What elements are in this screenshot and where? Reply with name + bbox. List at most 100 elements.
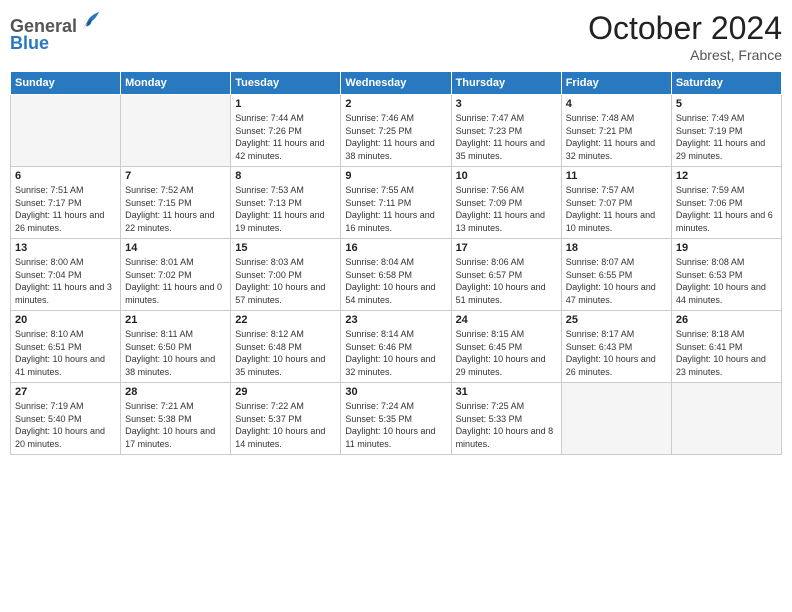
day-number: 26 xyxy=(676,314,777,326)
header: General Blue October 2024 Abrest, France xyxy=(10,10,782,63)
day-number: 23 xyxy=(345,314,446,326)
day-number: 25 xyxy=(566,314,667,326)
day-info: Sunrise: 7:48 AM Sunset: 7:21 PM Dayligh… xyxy=(566,112,667,162)
day-number: 2 xyxy=(345,98,446,110)
day-number: 8 xyxy=(235,170,336,182)
day-info: Sunrise: 8:03 AM Sunset: 7:00 PM Dayligh… xyxy=(235,256,336,306)
calendar-cell: 6 Sunrise: 7:51 AM Sunset: 7:17 PM Daylig… xyxy=(11,167,121,239)
day-number: 9 xyxy=(345,170,446,182)
calendar-cell: 12 Sunrise: 7:59 AM Sunset: 7:06 PM Dayli… xyxy=(671,167,781,239)
col-thursday: Thursday xyxy=(451,72,561,95)
day-number: 10 xyxy=(456,170,557,182)
day-number: 24 xyxy=(456,314,557,326)
day-number: 20 xyxy=(15,314,116,326)
calendar-cell: 29Sunrise: 7:22 AM Sunset: 5:37 PM Dayli… xyxy=(231,383,341,455)
subtitle: Abrest, France xyxy=(588,47,782,63)
day-number: 18 xyxy=(566,242,667,254)
day-info: Sunrise: 7:57 AM Sunset: 7:07 PM Dayligh… xyxy=(566,184,667,234)
day-number: 17 xyxy=(456,242,557,254)
day-number: 3 xyxy=(456,98,557,110)
day-info: Sunrise: 8:18 AM Sunset: 6:41 PM Dayligh… xyxy=(676,328,777,378)
calendar-cell: 4 Sunrise: 7:48 AM Sunset: 7:21 PM Daylig… xyxy=(561,95,671,167)
calendar-cell: 18 Sunrise: 8:07 AM Sunset: 6:55 PM Dayli… xyxy=(561,239,671,311)
calendar-cell: 28Sunrise: 7:21 AM Sunset: 5:38 PM Dayli… xyxy=(121,383,231,455)
day-number: 21 xyxy=(125,314,226,326)
bird-icon xyxy=(79,10,101,32)
col-friday: Friday xyxy=(561,72,671,95)
day-info: Sunrise: 8:07 AM Sunset: 6:55 PM Dayligh… xyxy=(566,256,667,306)
col-sunday: Sunday xyxy=(11,72,121,95)
calendar-cell: 21 Sunrise: 8:11 AM Sunset: 6:50 PM Dayli… xyxy=(121,311,231,383)
day-info: Sunrise: 7:24 AM Sunset: 5:35 PM Dayligh… xyxy=(345,400,446,450)
calendar-cell: 1 Sunrise: 7:44 AM Sunset: 7:26 PM Daylig… xyxy=(231,95,341,167)
day-number: 29 xyxy=(235,386,336,398)
day-info: Sunrise: 7:44 AM Sunset: 7:26 PM Dayligh… xyxy=(235,112,336,162)
calendar-cell: 2 Sunrise: 7:46 AM Sunset: 7:25 PM Daylig… xyxy=(341,95,451,167)
col-wednesday: Wednesday xyxy=(341,72,451,95)
week-row-2: 6 Sunrise: 7:51 AM Sunset: 7:17 PM Daylig… xyxy=(11,167,782,239)
day-number: 5 xyxy=(676,98,777,110)
day-info: Sunrise: 7:53 AM Sunset: 7:13 PM Dayligh… xyxy=(235,184,336,234)
day-info: Sunrise: 7:19 AM Sunset: 5:40 PM Dayligh… xyxy=(15,400,116,450)
day-number: 12 xyxy=(676,170,777,182)
calendar-cell: 15 Sunrise: 8:03 AM Sunset: 7:00 PM Dayli… xyxy=(231,239,341,311)
day-info: Sunrise: 7:51 AM Sunset: 7:17 PM Dayligh… xyxy=(15,184,116,234)
day-info: Sunrise: 7:49 AM Sunset: 7:19 PM Dayligh… xyxy=(676,112,777,162)
calendar-cell: 8 Sunrise: 7:53 AM Sunset: 7:13 PM Daylig… xyxy=(231,167,341,239)
day-info: Sunrise: 8:17 AM Sunset: 6:43 PM Dayligh… xyxy=(566,328,667,378)
day-number: 31 xyxy=(456,386,557,398)
calendar-cell: 30 Sunrise: 7:24 AM Sunset: 5:35 PM Dayli… xyxy=(341,383,451,455)
calendar-body: 1 Sunrise: 7:44 AM Sunset: 7:26 PM Daylig… xyxy=(11,95,782,455)
day-number: 11 xyxy=(566,170,667,182)
day-number: 14 xyxy=(125,242,226,254)
calendar-cell: 25 Sunrise: 8:17 AM Sunset: 6:43 PM Dayli… xyxy=(561,311,671,383)
day-info: Sunrise: 8:11 AM Sunset: 6:50 PM Dayligh… xyxy=(125,328,226,378)
day-info: Sunrise: 7:56 AM Sunset: 7:09 PM Dayligh… xyxy=(456,184,557,234)
page: General Blue October 2024 Abrest, France… xyxy=(0,0,792,612)
day-info: Sunrise: 7:46 AM Sunset: 7:25 PM Dayligh… xyxy=(345,112,446,162)
calendar-cell: 14 Sunrise: 8:01 AM Sunset: 7:02 PM Dayli… xyxy=(121,239,231,311)
calendar-cell: 23 Sunrise: 8:14 AM Sunset: 6:46 PM Dayli… xyxy=(341,311,451,383)
calendar-cell: 27 Sunrise: 7:19 AM Sunset: 5:40 PM Dayli… xyxy=(11,383,121,455)
calendar-cell: 17Sunrise: 8:06 AM Sunset: 6:57 PM Dayli… xyxy=(451,239,561,311)
calendar-cell xyxy=(561,383,671,455)
calendar-cell: 11 Sunrise: 7:57 AM Sunset: 7:07 PM Dayli… xyxy=(561,167,671,239)
day-number: 4 xyxy=(566,98,667,110)
week-row-4: 20 Sunrise: 8:10 AM Sunset: 6:51 PM Dayli… xyxy=(11,311,782,383)
day-info: Sunrise: 7:25 AM Sunset: 5:33 PM Dayligh… xyxy=(456,400,557,450)
calendar-cell: 10 Sunrise: 7:56 AM Sunset: 7:09 PM Dayli… xyxy=(451,167,561,239)
day-info: Sunrise: 8:14 AM Sunset: 6:46 PM Dayligh… xyxy=(345,328,446,378)
day-number: 30 xyxy=(345,386,446,398)
day-info: Sunrise: 8:01 AM Sunset: 7:02 PM Dayligh… xyxy=(125,256,226,306)
day-number: 1 xyxy=(235,98,336,110)
day-number: 15 xyxy=(235,242,336,254)
day-info: Sunrise: 7:52 AM Sunset: 7:15 PM Dayligh… xyxy=(125,184,226,234)
day-info: Sunrise: 8:10 AM Sunset: 6:51 PM Dayligh… xyxy=(15,328,116,378)
day-number: 27 xyxy=(15,386,116,398)
calendar-cell: 19Sunrise: 8:08 AM Sunset: 6:53 PM Dayli… xyxy=(671,239,781,311)
calendar-cell: 26 Sunrise: 8:18 AM Sunset: 6:41 PM Dayli… xyxy=(671,311,781,383)
day-info: Sunrise: 7:21 AM Sunset: 5:38 PM Dayligh… xyxy=(125,400,226,450)
day-info: Sunrise: 7:59 AM Sunset: 7:06 PM Dayligh… xyxy=(676,184,777,234)
day-info: Sunrise: 8:00 AM Sunset: 7:04 PM Dayligh… xyxy=(15,256,116,306)
day-number: 7 xyxy=(125,170,226,182)
calendar-cell xyxy=(121,95,231,167)
calendar-cell: 9Sunrise: 7:55 AM Sunset: 7:11 PM Daylig… xyxy=(341,167,451,239)
day-info: Sunrise: 8:04 AM Sunset: 6:58 PM Dayligh… xyxy=(345,256,446,306)
col-tuesday: Tuesday xyxy=(231,72,341,95)
month-title: October 2024 xyxy=(588,10,782,47)
week-row-3: 13Sunrise: 8:00 AM Sunset: 7:04 PM Dayli… xyxy=(11,239,782,311)
col-saturday: Saturday xyxy=(671,72,781,95)
header-row: Sunday Monday Tuesday Wednesday Thursday… xyxy=(11,72,782,95)
title-block: October 2024 Abrest, France xyxy=(588,10,782,63)
week-row-5: 27 Sunrise: 7:19 AM Sunset: 5:40 PM Dayli… xyxy=(11,383,782,455)
day-info: Sunrise: 8:08 AM Sunset: 6:53 PM Dayligh… xyxy=(676,256,777,306)
col-monday: Monday xyxy=(121,72,231,95)
logo: General Blue xyxy=(10,10,101,54)
calendar-cell: 5 Sunrise: 7:49 AM Sunset: 7:19 PM Daylig… xyxy=(671,95,781,167)
calendar-cell xyxy=(671,383,781,455)
day-number: 6 xyxy=(15,170,116,182)
day-info: Sunrise: 7:47 AM Sunset: 7:23 PM Dayligh… xyxy=(456,112,557,162)
week-row-1: 1 Sunrise: 7:44 AM Sunset: 7:26 PM Daylig… xyxy=(11,95,782,167)
calendar-cell: 13Sunrise: 8:00 AM Sunset: 7:04 PM Dayli… xyxy=(11,239,121,311)
